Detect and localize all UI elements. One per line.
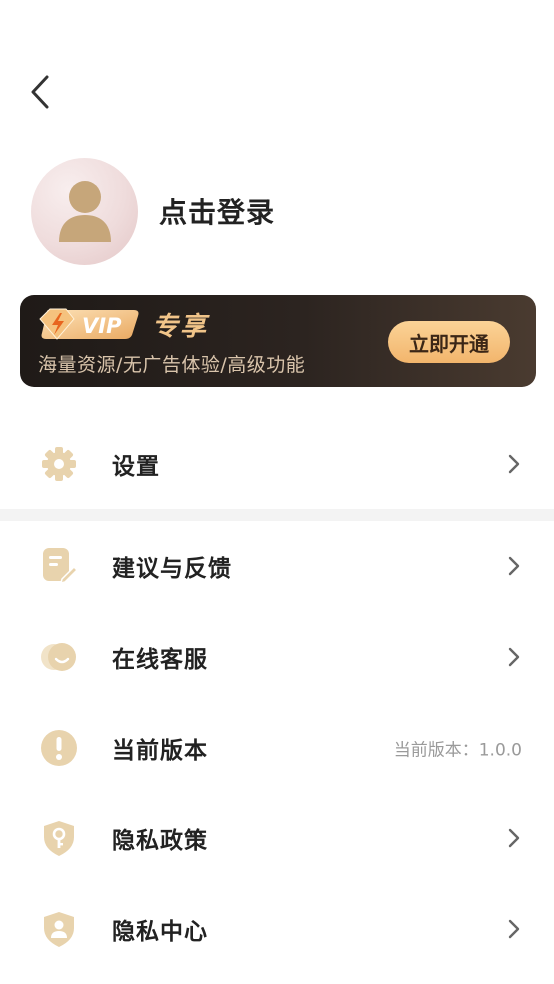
- gear-icon: [40, 445, 78, 483]
- chevron-right-icon: [504, 452, 524, 476]
- chevron-right-icon: [504, 917, 524, 941]
- version-value: 当前版本：1.0.0: [393, 740, 522, 761]
- vip-title: 专享: [152, 311, 209, 342]
- menu-item-feedback[interactable]: 建议与反馈: [0, 521, 554, 611]
- user-avatar-icon: [58, 181, 111, 242]
- menu-label-customer-service: 在线客服: [112, 647, 208, 673]
- menu-label-privacy-center: 隐私中心: [112, 919, 208, 945]
- chevron-right-icon: [504, 554, 524, 578]
- menu-label-privacy-policy: 隐私政策: [112, 828, 208, 854]
- chevron-right-icon: [504, 826, 524, 850]
- vip-description: 海量资源/无广告体验/高级功能: [38, 354, 306, 376]
- menu-label-feedback: 建议与反馈: [112, 556, 232, 582]
- chat-bubble-icon: [40, 638, 78, 676]
- login-profile[interactable]: 点击登录: [31, 157, 275, 265]
- vip-open-button[interactable]: 立即开通: [388, 321, 510, 363]
- login-label[interactable]: 点击登录: [159, 191, 275, 231]
- menu-item-customer-service[interactable]: 在线客服: [0, 612, 554, 702]
- section-divider: [0, 509, 554, 521]
- menu-item-privacy-center[interactable]: 隐私中心: [0, 884, 554, 974]
- vip-badge-icon: VIP: [39, 308, 139, 340]
- back-button[interactable]: [22, 72, 58, 112]
- menu-item-settings[interactable]: 设置: [0, 419, 554, 509]
- chevron-right-icon: [504, 645, 524, 669]
- chevron-left-icon: [31, 75, 49, 109]
- menu-label-version: 当前版本: [112, 738, 208, 764]
- settings-page: 点击登录 VIP 专享 海量资源/无广告体验/高级功能 立即开通 设置 建议与反…: [0, 0, 554, 984]
- shield-key-icon: [40, 819, 78, 857]
- menu-item-privacy-policy[interactable]: 隐私政策: [0, 793, 554, 883]
- vip-banner[interactable]: VIP 专享 海量资源/无广告体验/高级功能 立即开通: [20, 295, 536, 387]
- menu-item-version[interactable]: 当前版本 当前版本：1.0.0: [0, 703, 554, 793]
- shield-user-icon: [40, 910, 78, 948]
- menu-label-settings: 设置: [112, 454, 160, 480]
- vip-header: VIP 专享: [38, 307, 209, 342]
- exclamation-circle-icon: [40, 729, 78, 767]
- note-edit-icon: [40, 547, 78, 585]
- vip-badge-text: VIP: [82, 314, 122, 338]
- avatar[interactable]: [31, 157, 138, 265]
